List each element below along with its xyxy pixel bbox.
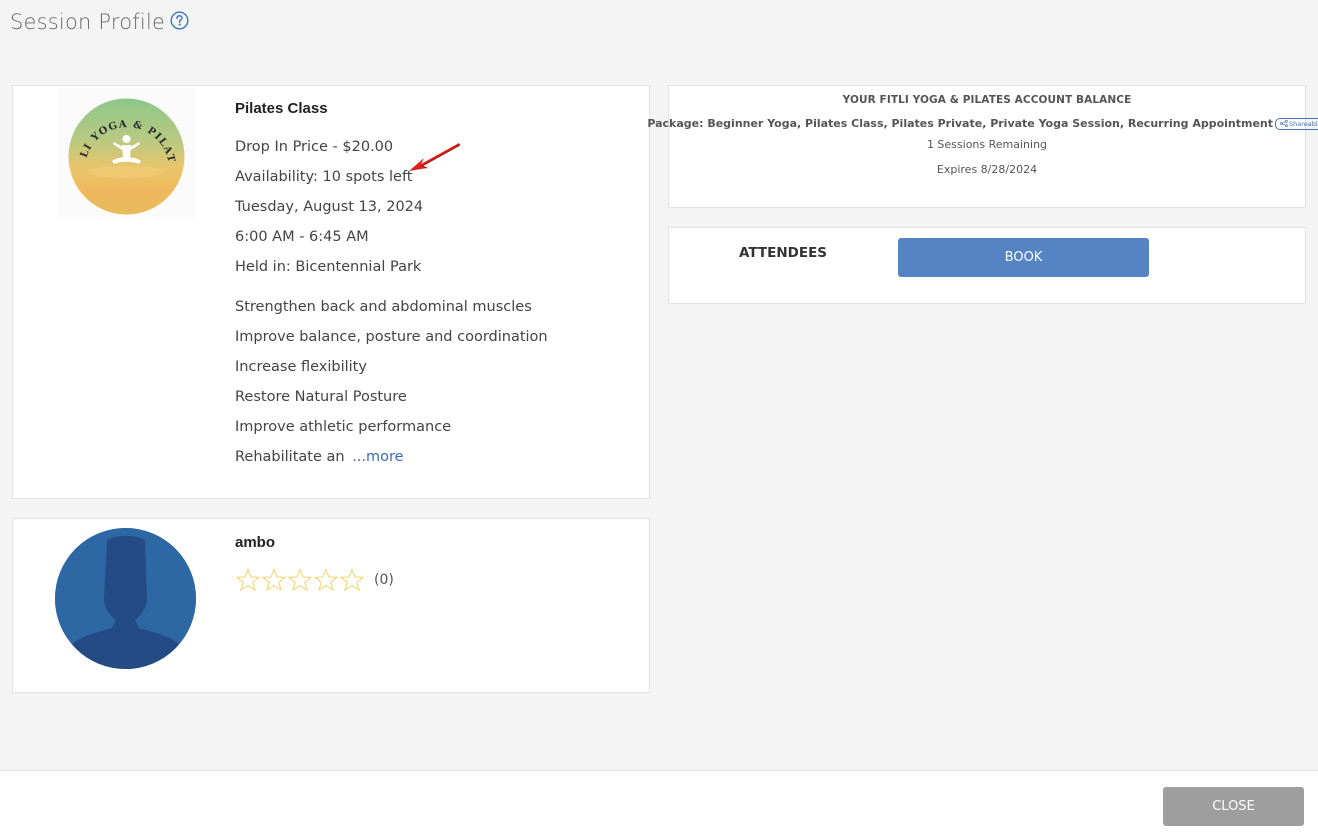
star-icon [261, 568, 287, 592]
shareable-label: Shareable [1289, 119, 1318, 128]
session-date: Tuesday, August 13, 2024 [235, 199, 424, 215]
red-arrow-icon [409, 143, 461, 171]
trainer-name: ambo [235, 534, 276, 551]
expires-date: Expires 8/28/2024 [936, 163, 1038, 176]
description-line: Improve balance, posture and coordinatio… [235, 329, 548, 345]
balance-package-row: Package: Beginner Yoga, Pilates Class, P… [647, 117, 1318, 130]
description-line-truncated: Rehabilitate an ...more [235, 446, 635, 476]
rating-stars: (0) [235, 568, 394, 592]
star-icon [313, 568, 339, 592]
balance-title: YOUR FITLI YOGA & PILATES ACCOUNT BALANC… [842, 94, 1132, 106]
more-link[interactable]: ...more [352, 449, 403, 465]
description-line: Strengthen back and abdominal muscles [235, 299, 532, 315]
session-time: 6:00 AM - 6:45 AM [235, 229, 369, 245]
question-circle-icon[interactable] [170, 11, 189, 30]
star-icon [287, 568, 313, 592]
modal-footer: CLOSE [0, 770, 1318, 837]
close-button[interactable]: CLOSE [1163, 787, 1304, 826]
book-button[interactable]: BOOK [898, 238, 1149, 277]
star-icon [339, 568, 365, 592]
session-card: FITLI YOGA & PILATES Pilates Class Drop … [12, 85, 650, 499]
description-line: Restore Natural Posture [235, 389, 407, 405]
description-line: Improve athletic performance [235, 419, 452, 435]
sessions-remaining: 1 Sessions Remaining [926, 138, 1048, 151]
session-logo: FITLI YOGA & PILATES [58, 88, 195, 219]
share-icon [1280, 120, 1288, 127]
description-line: Rehabilitate an [235, 449, 345, 465]
page-title: Session Profile [10, 10, 166, 34]
account-balance-card: YOUR FITLI YOGA & PILATES ACCOUNT BALANC… [647, 85, 1318, 208]
fitli-logo-image: FITLI YOGA & PILATES [68, 98, 185, 215]
session-title: Pilates Class [235, 100, 328, 117]
attendees-label: ATTENDEES [739, 245, 828, 261]
user-silhouette-icon [55, 528, 196, 669]
session-location: Held in: Bicentennial Park [235, 259, 422, 275]
trainer-details: ambo (0) [235, 534, 394, 592]
session-description: Strengthen back and abdominal muscles Im… [235, 296, 635, 476]
star-icon [235, 568, 261, 592]
description-line: Increase flexibility [235, 359, 367, 375]
rating-count: (0) [374, 572, 394, 588]
avatar [55, 528, 196, 669]
attendees-card: ATTENDEES BOOK [668, 227, 1306, 304]
balance-package: Package: Beginner Yoga, Pilates Class, P… [647, 117, 1274, 130]
shareable-badge: Shareable [1275, 117, 1318, 130]
trainer-card: ambo (0) [12, 518, 650, 693]
page-header: Session Profile [10, 10, 189, 34]
